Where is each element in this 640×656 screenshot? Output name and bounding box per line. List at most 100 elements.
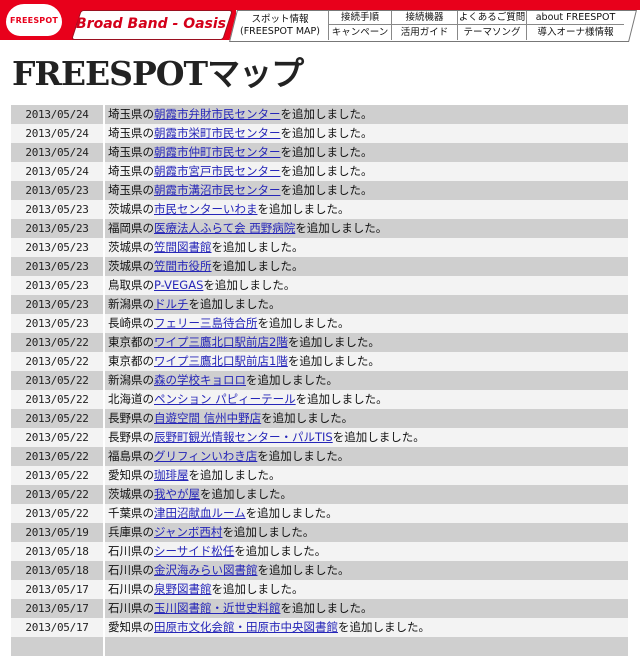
entry-suffix: を追加しました。 (261, 411, 354, 425)
brand-link[interactable]: Broad Band - Oasis (76, 10, 226, 38)
entry-prefecture: 千葉県の (108, 506, 154, 520)
list-item: 2013/05/23 茨城県の笠間図書館を追加しました。 (11, 238, 628, 257)
spot-link[interactable]: 金沢海みらい図書館 (154, 563, 258, 577)
spot-link[interactable]: 朝霞市栄町市民センター (154, 126, 281, 140)
entry-date: 2013/05/17 (11, 618, 103, 637)
entry-prefecture: 石川県の (108, 601, 154, 615)
spot-link[interactable]: ドルチ (154, 297, 189, 311)
page-title: FREESPOTマップ (12, 54, 304, 93)
nav-spot-info[interactable]: スポット情報 (FREESPOT MAP) (232, 11, 328, 40)
spot-link[interactable]: 田原市文化会館・田原市中央図書館 (154, 620, 338, 634)
list-item: 2013/05/22 千葉県の津田沼献血ルームを追加しました。 (11, 504, 628, 523)
list-item: 2013/05/17 石川県の泉野図書館を追加しました。 (11, 580, 628, 599)
entry-prefecture: 茨城県の (108, 240, 154, 254)
spot-link[interactable]: 朝霞市溝沼市民センター (154, 183, 281, 197)
entry-date: 2013/05/22 (11, 466, 103, 485)
freespot-logo[interactable]: FREESPOT (6, 4, 62, 36)
entry-date: 2013/05/23 (11, 238, 103, 257)
spot-link[interactable]: 辰野町観光情報センター・パルTIS (154, 430, 333, 444)
spot-link[interactable]: 朝霞市宮戸市民センター (154, 164, 281, 178)
entry-text: 長野県の辰野町観光情報センター・パルTISを追加しました。 (105, 428, 628, 447)
spot-link[interactable]: 医療法人ふらて会 西野病院 (154, 221, 295, 235)
entry-date: 2013/05/23 (11, 257, 103, 276)
entry-suffix: を追加しました。 (234, 544, 327, 558)
spot-link[interactable]: 津田沼献血ルーム (154, 506, 246, 520)
entry-text: 茨城県の笠間図書館を追加しました。 (105, 238, 628, 257)
spot-link[interactable]: 笠間市役所 (154, 259, 212, 273)
entry-date: 2013/05/23 (11, 276, 103, 295)
nav-devices[interactable]: 接続機器 (391, 11, 457, 25)
entry-prefecture: 長野県の (108, 430, 154, 444)
spot-link[interactable]: ペンション パピィーテール (154, 392, 296, 406)
nav-faq[interactable]: よくあるご質問 (457, 11, 526, 25)
entry-text: 千葉県の津田沼献血ルームを追加しました。 (105, 504, 628, 523)
nav-connection-steps[interactable]: 接続手順 (328, 11, 391, 25)
spot-link[interactable]: 笠間図書館 (154, 240, 212, 254)
entry-prefecture: 新潟県の (108, 373, 154, 387)
entry-prefecture: 東京都の (108, 335, 154, 349)
entry-text: 東京都のワイプ三鷹北口駅前店2階を追加しました。 (105, 333, 628, 352)
spot-link[interactable]: ワイプ三鷹北口駅前店1階 (154, 354, 288, 368)
spot-link[interactable]: 玉川図書館・近世史料館 (154, 601, 281, 615)
entry-prefecture: 茨城県の (108, 259, 154, 273)
update-list: 2013/05/24 埼玉県の朝霞市弁財市民センターを追加しました。 2013/05… (11, 105, 628, 656)
entry-date: 2013/05/22 (11, 371, 103, 390)
entry-date: 2013/05/17 (11, 580, 103, 599)
list-item: 2013/05/22 長野県の辰野町観光情報センター・パルTISを追加しました。 (11, 428, 628, 447)
spot-link[interactable]: シーサイド松任 (154, 544, 234, 558)
entry-suffix: を追加しました。 (203, 278, 296, 292)
entry-text: 兵庫県のジャンボ西村を追加しました。 (105, 523, 628, 542)
list-item: 2013/05/22 愛知県の珈琲屋を追加しました。 (11, 466, 628, 485)
entry-date: 2013/05/22 (11, 485, 103, 504)
nav-owner-info[interactable]: 導入オーナ様情報 (526, 25, 624, 40)
list-item: 2013/05/23 鳥取県のP-VEGASを追加しました。 (11, 276, 628, 295)
entry-prefecture: 埼玉県の (108, 183, 154, 197)
nav-theme-song[interactable]: テーマソング (457, 25, 526, 40)
list-item: 2013/05/23 茨城県の笠間市役所を追加しました。 (11, 257, 628, 276)
entry-text: 福岡県の医療法人ふらて会 西野病院を追加しました。 (105, 219, 628, 238)
spot-link[interactable]: 珈琲屋 (154, 468, 189, 482)
spot-link[interactable]: ジャンボ西村 (154, 525, 222, 539)
entry-text: 新潟県の森の学校キョロロを追加しました。 (105, 371, 628, 390)
entry-text: 長野県の自遊空間 信州中野店を追加しました。 (105, 409, 628, 428)
entry-suffix: を追加しました。 (280, 601, 373, 615)
spot-link[interactable]: ワイプ三鷹北口駅前店2階 (154, 335, 288, 349)
list-item: 2013/05/17 石川県の玉川図書館・近世史料館を追加しました。 (11, 599, 628, 618)
spot-link[interactable]: 我やが屋 (154, 487, 200, 501)
entry-text: 石川県の玉川図書館・近世史料館を追加しました。 (105, 599, 628, 618)
entry-suffix: を追加しました。 (287, 335, 380, 349)
entry-prefecture: 埼玉県の (108, 126, 154, 140)
nav-about[interactable]: about FREESPOT (526, 11, 624, 25)
entry-date: 2013/05/23 (11, 295, 103, 314)
entry-suffix: を追加しました。 (245, 506, 338, 520)
spot-link[interactable]: P-VEGAS (154, 278, 203, 292)
entry-prefecture: 兵庫県の (108, 525, 154, 539)
nav-guide[interactable]: 活用ガイド (391, 25, 457, 40)
entry-text: 茨城県の市民センターいわまを追加しました。 (105, 200, 628, 219)
spot-link[interactable]: 朝霞市仲町市民センター (154, 145, 281, 159)
entry-prefecture: 東京都の (108, 354, 154, 368)
list-item: 2013/05/22 福島県のグリフィンいわき店を追加しました。 (11, 447, 628, 466)
spot-link[interactable]: グリフィンいわき店 (154, 449, 257, 463)
spot-link[interactable]: 森の学校キョロロ (154, 373, 246, 387)
spot-link[interactable]: 朝霞市弁財市民センター (154, 107, 281, 121)
entry-date: 2013/05/18 (11, 542, 103, 561)
entry-date: 2013/05/24 (11, 124, 103, 143)
list-item: 2013/05/23 福岡県の医療法人ふらて会 西野病院を追加しました。 (11, 219, 628, 238)
entry-suffix: を追加しました。 (211, 259, 304, 273)
entry-suffix: を追加しました。 (332, 430, 425, 444)
list-item: 2013/05/22 北海道のペンション パピィーテールを追加しました。 (11, 390, 628, 409)
spot-link[interactable]: フェリー三島待合所 (154, 316, 258, 330)
entry-date: 2013/05/22 (11, 352, 103, 371)
entry-date: 2013/05/24 (11, 162, 103, 181)
spot-link[interactable]: 自遊空間 信州中野店 (154, 411, 261, 425)
entry-suffix: を追加しました。 (246, 373, 338, 387)
nav-campaign[interactable]: キャンペーン (328, 25, 391, 40)
nav-spot-info-line1: スポット情報 (251, 14, 309, 25)
entry-text: 石川県の金沢海みらい図書館を追加しました。 (105, 561, 628, 580)
spot-link[interactable]: 泉野図書館 (154, 582, 212, 596)
entry-suffix: を追加しました。 (222, 525, 315, 539)
spot-link[interactable]: 市民センターいわま (154, 202, 258, 216)
entry-text: 石川県のシーサイド松任を追加しました。 (105, 542, 628, 561)
entry-text: 北海道のペンション パピィーテールを追加しました。 (105, 390, 628, 409)
